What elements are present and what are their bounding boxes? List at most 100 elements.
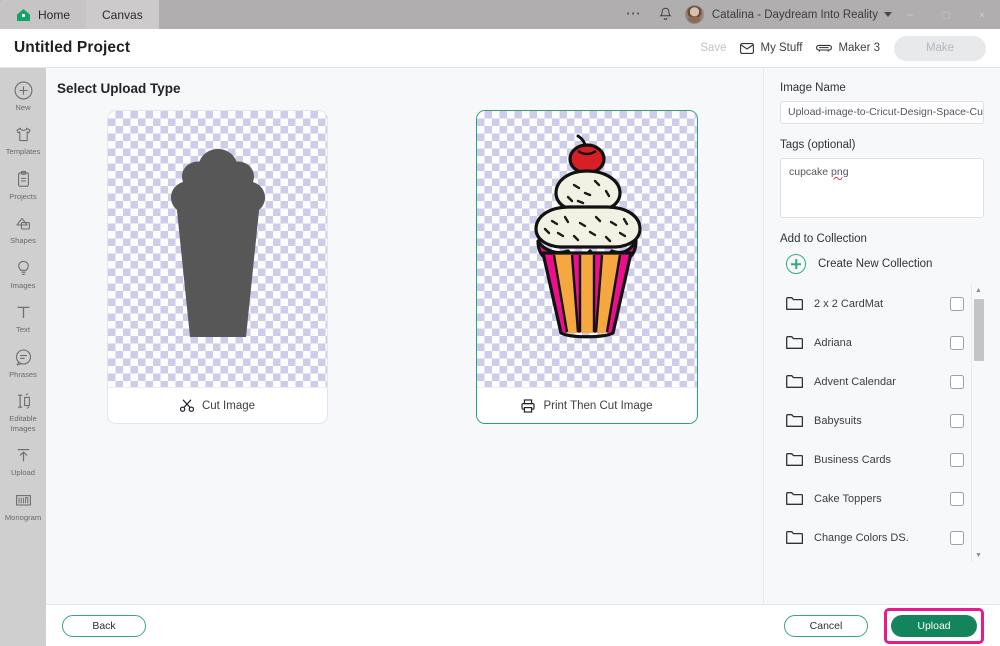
sidebar-item-label: Templates	[5, 147, 41, 157]
main-panel: Select Upload Type Cut Image Print Then …	[46, 68, 764, 604]
account-name: Catalina - Daydream Into Reality	[711, 8, 878, 21]
cancel-button[interactable]: Cancel	[784, 614, 868, 637]
collection-checkbox[interactable]	[950, 491, 964, 506]
create-new-collection-button[interactable]: Create New Collection	[786, 254, 984, 274]
sidebar-item-phrases[interactable]: Phrases	[0, 342, 46, 386]
sidebar-item-monogram[interactable]: Monogram	[0, 485, 46, 529]
sidebar-item-label: Projects	[9, 191, 37, 201]
collection-scrollbar[interactable]: ▲ ▼	[971, 284, 984, 562]
folder-icon	[786, 336, 803, 349]
list-item[interactable]: Adriana	[780, 323, 984, 362]
sidebar-item-label: Phrases	[9, 369, 37, 379]
sidebar-item-upload[interactable]: Upload	[0, 440, 46, 484]
sidebar-item-shapes[interactable]: Shapes	[0, 208, 46, 252]
sidebar-item-projects[interactable]: Projects	[0, 164, 46, 208]
collection-checkbox[interactable]	[950, 374, 964, 389]
scroll-down-arrow-icon[interactable]: ▼	[972, 549, 984, 562]
folder-icon	[786, 531, 803, 544]
sidebar-item-new[interactable]: New	[0, 75, 46, 119]
project-bar-actions: Save My Stuff Maker 3 Make	[700, 35, 986, 61]
sidebar-item-templates[interactable]: Templates	[0, 119, 46, 163]
title-bar: Home Canvas ellipsis-icon⋯ Catalina - Da…	[0, 0, 1000, 29]
my-stuff-label: My Stuff	[760, 42, 803, 54]
machine-label: Maker 3	[838, 42, 880, 54]
window-maximize-button[interactable]: □	[928, 0, 964, 29]
card-label: Cut Image	[201, 399, 256, 412]
make-button: Make	[894, 35, 986, 61]
scroll-up-arrow-icon[interactable]: ▲	[972, 284, 984, 297]
my-stuff-button[interactable]: My Stuff	[740, 42, 802, 54]
folder-icon	[786, 492, 803, 505]
back-button[interactable]: Back	[62, 614, 146, 637]
upload-button[interactable]: Upload	[891, 614, 977, 637]
cupcake-silhouette-image	[170, 149, 265, 337]
speech-bubble-icon	[14, 348, 33, 367]
sidebar-item-label: Monogram	[4, 512, 42, 522]
image-name-input[interactable]: Upload-image-to-Cricut-Design-Space-Cupc…	[780, 101, 984, 124]
upload-type-card-print-then-cut[interactable]: Print Then Cut Image	[476, 110, 698, 424]
avatar[interactable]	[684, 5, 704, 24]
collection-name: Change Colors DS.	[814, 531, 909, 544]
home-icon	[16, 8, 31, 22]
tab-canvas-label: Canvas	[102, 7, 143, 22]
title-bar-right: ellipsis-icon⋯ Catalina - Daydream Into …	[617, 0, 1000, 29]
tab-canvas[interactable]: Canvas	[86, 0, 159, 29]
tshirt-icon	[14, 125, 33, 144]
list-item[interactable]: Business Cards	[780, 440, 984, 479]
list-item[interactable]: Cake Toppers	[780, 479, 984, 518]
scrollbar-thumb[interactable]	[973, 299, 984, 361]
list-item[interactable]: Change Colors DS.	[780, 518, 984, 557]
envelope-icon	[740, 42, 755, 54]
account-menu[interactable]: Catalina - Daydream Into Reality	[712, 9, 892, 21]
upload-arrow-icon	[14, 446, 33, 465]
page-title[interactable]: Untitled Project	[14, 39, 130, 57]
printer-icon	[521, 398, 536, 413]
collection-name: Advent Calendar	[814, 375, 896, 388]
sidebar-item-label: Upload	[10, 468, 36, 478]
cricut-design-space-window: Home Canvas ellipsis-icon⋯ Catalina - Da…	[0, 0, 1000, 646]
collection-checkbox[interactable]	[950, 335, 964, 350]
tags-misspelled-word: png	[831, 166, 849, 178]
collection-checkbox[interactable]	[950, 530, 964, 545]
collection-checkbox[interactable]	[950, 413, 964, 428]
text-t-icon	[14, 303, 33, 322]
sidebar-item-text[interactable]: Text	[0, 297, 46, 341]
list-item[interactable]: Christmas Cards	[780, 557, 984, 562]
editable-images-icon	[14, 392, 33, 411]
machine-selector[interactable]: Maker 3	[816, 42, 880, 54]
card-footer-print-then-cut[interactable]: Print Then Cut Image	[477, 387, 697, 423]
sidebar-item-label: New	[15, 103, 31, 112]
bell-icon[interactable]	[651, 7, 681, 22]
tags-label: Tags (optional)	[780, 139, 856, 151]
transparency-checker-background	[108, 111, 327, 387]
tags-input[interactable]: cupcake png	[780, 158, 984, 218]
project-bar: Untitled Project Save My Stuff Maker 3 M…	[0, 29, 1000, 68]
window-minimize-button[interactable]: −	[892, 0, 928, 29]
sidebar-item-editable-images[interactable]: Editable Images	[0, 386, 46, 440]
sidebar-item-images[interactable]: Images	[0, 253, 46, 297]
chevron-down-icon	[884, 12, 892, 17]
window-close-button[interactable]: ×	[964, 0, 1000, 29]
collection-checkbox[interactable]	[950, 452, 964, 467]
cupcake-color-image	[534, 134, 642, 339]
save-button: Save	[700, 42, 727, 54]
folder-icon	[786, 453, 803, 466]
collection-checkbox[interactable]	[950, 296, 964, 311]
select-upload-type-heading: Select Upload Type	[57, 81, 181, 96]
list-item[interactable]: Babysuits	[780, 401, 984, 440]
ellipsis-icon[interactable]: ellipsis-icon⋯	[617, 4, 651, 26]
sidebar-item-label: Images	[10, 280, 36, 290]
list-item[interactable]: 2 x 2 CardMat	[780, 284, 984, 323]
right-panel: Image Name Upload-image-to-Cricut-Design…	[764, 68, 1000, 604]
tags-text: cupcake	[789, 166, 832, 178]
card-footer-cut-image[interactable]: Cut Image	[108, 387, 327, 423]
upload-type-card-cut-image[interactable]: Cut Image	[107, 110, 328, 424]
list-item[interactable]: Advent Calendar	[780, 362, 984, 401]
create-new-collection-label: Create New Collection	[818, 258, 933, 270]
monogram-icon	[14, 491, 33, 510]
transparency-checker-background	[477, 111, 697, 387]
add-to-collection-label: Add to Collection	[780, 233, 867, 245]
tab-home[interactable]: Home	[0, 0, 87, 29]
collection-name: 2 x 2 CardMat	[814, 297, 884, 310]
collection-name: Cake Toppers	[814, 492, 882, 505]
